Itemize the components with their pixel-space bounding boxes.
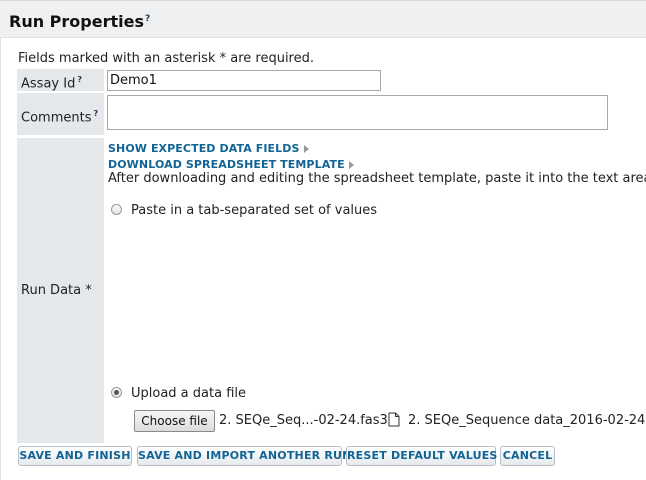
- existing-file-name[interactable]: 2. SEQe_Sequence data_2016-02-24: [408, 413, 646, 428]
- run-data-label-text: Run Data *: [21, 283, 92, 298]
- assay-id-label-text: Assay Id: [21, 76, 76, 92]
- choose-file-button[interactable]: Choose file: [134, 410, 215, 432]
- upload-file-label: Upload a data file: [131, 386, 246, 401]
- paste-values-radio[interactable]: [111, 204, 122, 215]
- show-expected-data-fields-link[interactable]: SHOW EXPECTED DATA FIELDS: [108, 142, 309, 155]
- save-and-import-another-run-button[interactable]: SAVE AND IMPORT ANOTHER RUN: [137, 446, 351, 466]
- paste-values-label: Paste in a tab-separated set of values: [131, 203, 378, 218]
- save-and-finish-button[interactable]: SAVE AND FINISH: [18, 446, 132, 466]
- section-title-text: Run Properties: [9, 12, 144, 31]
- cancel-button[interactable]: CANCEL: [500, 446, 555, 466]
- assay-id-input[interactable]: [107, 70, 381, 91]
- run-data-instructions: After downloading and editing the spread…: [108, 171, 646, 186]
- comments-help[interactable]: ?: [93, 109, 98, 118]
- download-spreadsheet-template-link[interactable]: DOWNLOAD SPREADSHEET TEMPLATE: [108, 158, 354, 171]
- chevron-right-icon: [348, 161, 354, 169]
- assay-id-help[interactable]: ?: [77, 75, 82, 84]
- help-mark[interactable]: ?: [145, 14, 150, 24]
- section-title: Run Properties?: [9, 12, 150, 31]
- section-header: Run Properties?: [0, 0, 646, 37]
- required-note: Fields marked with an asterisk * are req…: [18, 51, 314, 66]
- comments-label-text: Comments: [21, 110, 92, 126]
- show-fields-text: SHOW EXPECTED DATA FIELDS: [108, 142, 300, 155]
- reset-default-values-button[interactable]: RESET DEFAULT VALUES: [346, 446, 497, 466]
- chevron-right-icon: [303, 145, 309, 153]
- comments-textarea[interactable]: [107, 95, 608, 130]
- comments-label: Comments?: [17, 93, 104, 135]
- chosen-file-name: 2. SEQe_Seq...-02-24.fas3: [219, 413, 388, 428]
- download-template-text: DOWNLOAD SPREADSHEET TEMPLATE: [108, 158, 345, 171]
- document-icon: [388, 412, 400, 427]
- assay-id-label: Assay Id?: [17, 69, 104, 91]
- run-data-label: Run Data *: [17, 138, 104, 443]
- upload-file-radio[interactable]: [111, 387, 122, 398]
